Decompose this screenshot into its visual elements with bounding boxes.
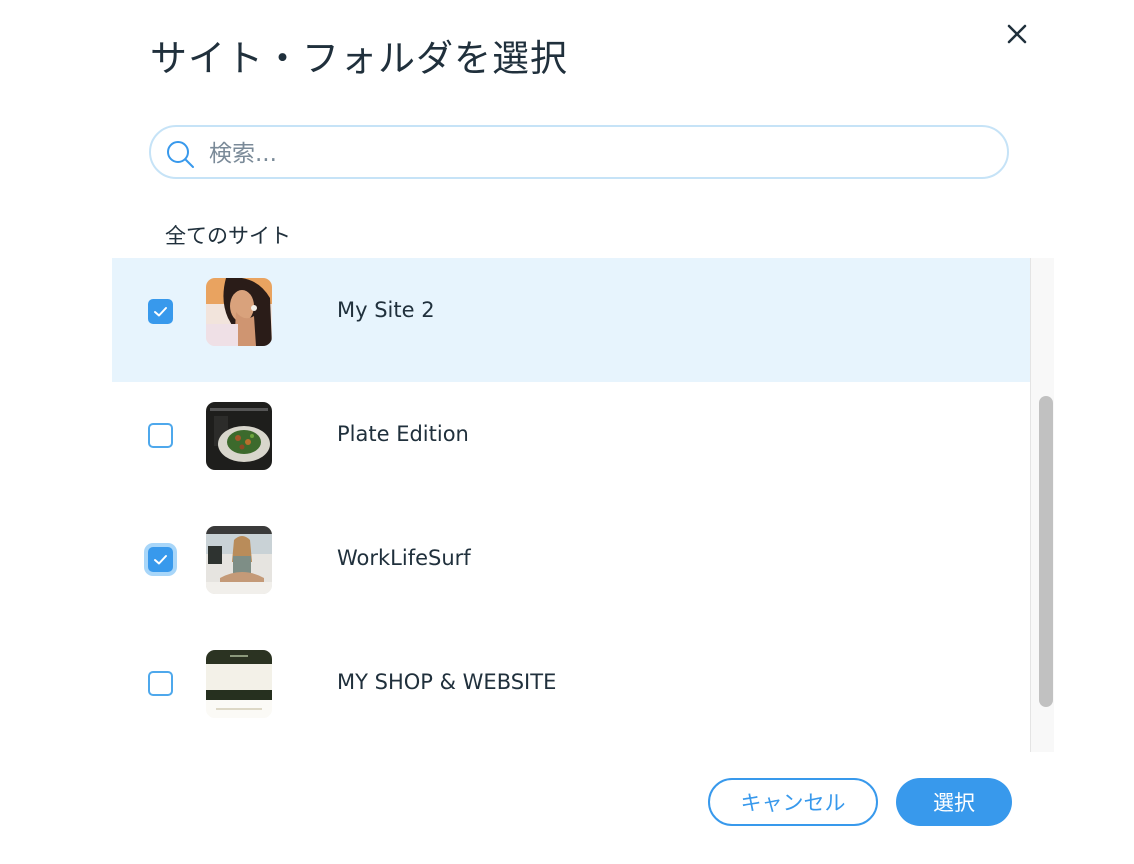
site-thumbnail	[206, 526, 272, 594]
site-list: My Site 2 Plate Edition WorkLifeSurf MY …	[112, 258, 1054, 752]
site-name: WorkLifeSurf	[337, 546, 471, 570]
search-icon	[167, 141, 194, 168]
site-checkbox[interactable]	[148, 299, 173, 324]
dialog-title: サイト・フォルダを選択	[150, 37, 568, 80]
list-scrollbar[interactable]	[1030, 258, 1054, 752]
site-row-worklifesurf[interactable]: WorkLifeSurf	[112, 506, 1030, 630]
checkmark-icon	[154, 555, 167, 565]
site-checkbox[interactable]	[148, 671, 173, 696]
site-thumbnail	[206, 278, 272, 346]
section-label-all-sites: 全てのサイト	[165, 224, 291, 248]
site-name: Plate Edition	[337, 422, 469, 446]
close-icon	[1007, 24, 1027, 44]
site-checkbox[interactable]	[148, 547, 173, 572]
select-button[interactable]: 選択	[896, 778, 1012, 826]
site-row-plate-edition[interactable]: Plate Edition	[112, 382, 1030, 506]
site-thumbnail	[206, 402, 272, 470]
select-site-dialog: サイト・フォルダを選択 全てのサイト	[0, 0, 1134, 864]
search-box[interactable]	[149, 125, 1009, 179]
site-row-my-shop-website[interactable]: MY SHOP & WEBSITE	[112, 630, 1030, 752]
close-button[interactable]	[1000, 17, 1034, 51]
scrollbar-thumb[interactable]	[1039, 396, 1053, 707]
search-input[interactable]	[207, 133, 991, 175]
site-thumbnail	[206, 650, 272, 718]
site-row-my-site-2[interactable]: My Site 2	[112, 258, 1030, 382]
site-name: MY SHOP & WEBSITE	[337, 670, 557, 694]
site-checkbox[interactable]	[148, 423, 173, 448]
site-name: My Site 2	[337, 298, 435, 322]
checkmark-icon	[154, 307, 167, 317]
cancel-button[interactable]: キャンセル	[708, 778, 878, 826]
